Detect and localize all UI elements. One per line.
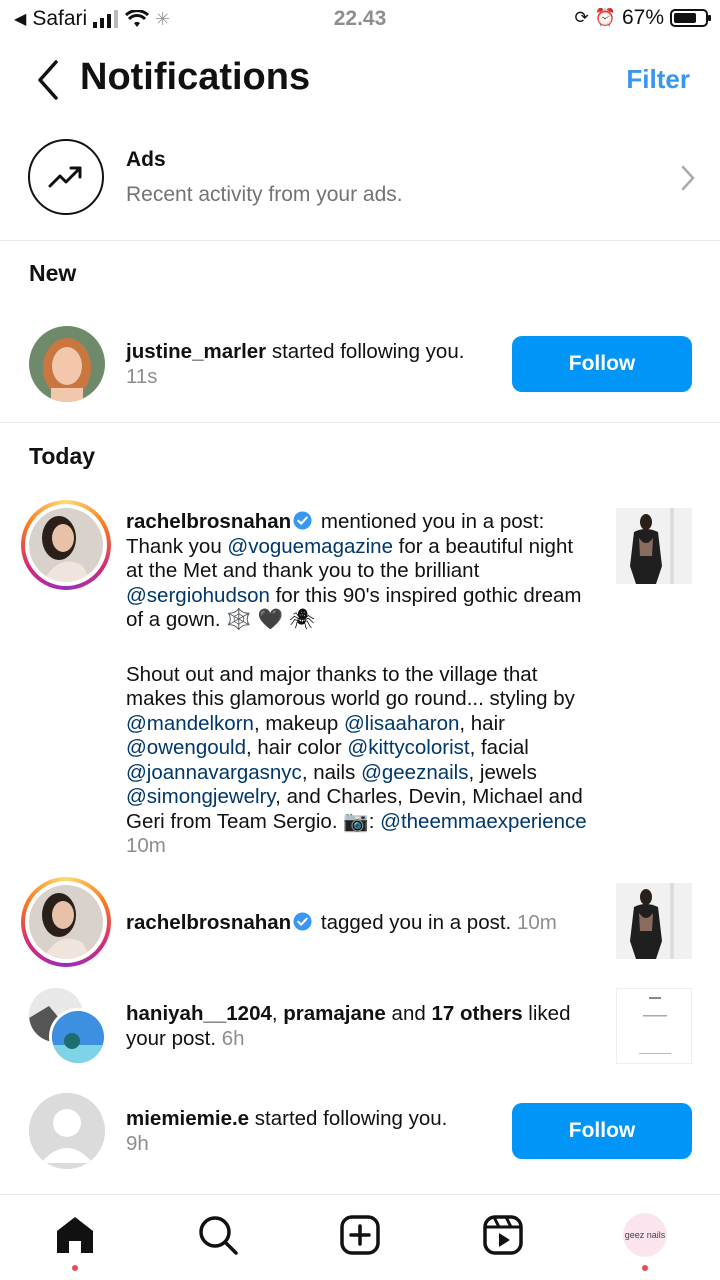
notification-action: started following you. bbox=[249, 1107, 448, 1130]
chevron-right-icon bbox=[681, 165, 695, 191]
mention-link[interactable]: @owengould bbox=[126, 736, 246, 759]
notification-time: 10m bbox=[126, 834, 166, 857]
separator-text: , bbox=[271, 1002, 284, 1025]
caption-text: , jewels bbox=[468, 760, 537, 784]
mention-link[interactable]: @kittycolorist bbox=[347, 736, 469, 759]
new-post-icon[interactable] bbox=[338, 1213, 382, 1257]
profile-avatar-label: geez nails bbox=[624, 1230, 666, 1240]
verified-badge-icon bbox=[293, 511, 312, 530]
username[interactable]: miemiemie.e bbox=[126, 1107, 249, 1130]
mention-notification-text[interactable]: rachelbrosnahan mentioned you in a post:… bbox=[126, 510, 594, 859]
notification-text[interactable]: justine_marler started following you. 11… bbox=[126, 340, 466, 389]
notification-action: started following you. bbox=[266, 340, 465, 363]
stacked-avatars[interactable] bbox=[29, 988, 113, 1068]
status-right: ⟳ ⏰ 67% bbox=[574, 6, 711, 30]
post-thumbnail[interactable] bbox=[616, 508, 692, 584]
bottom-nav: geez nails bbox=[0, 1194, 720, 1280]
mention-link[interactable]: @geeznails bbox=[361, 761, 468, 784]
section-today-heading: Today bbox=[29, 443, 96, 469]
profile-notification-dot bbox=[642, 1265, 648, 1271]
caption-text: , hair bbox=[459, 711, 505, 735]
notification-text[interactable]: miemiemie.e started following you. 9h bbox=[126, 1107, 466, 1156]
avatar-miemiemie[interactable] bbox=[29, 1093, 105, 1169]
verified-badge-icon bbox=[293, 912, 312, 931]
rotation-lock-icon: ⟳ bbox=[574, 8, 589, 27]
mention-link[interactable]: @theemmaexperience bbox=[380, 810, 587, 833]
home-notification-dot bbox=[72, 1265, 78, 1271]
caption-text: , facial bbox=[469, 736, 529, 759]
home-icon[interactable] bbox=[53, 1213, 97, 1257]
username[interactable]: rachelbrosnahan bbox=[126, 510, 291, 533]
ads-row[interactable]: Ads Recent activity from your ads. bbox=[0, 138, 720, 238]
likes-notification-text[interactable]: haniyah__1204, pramajane and 17 others l… bbox=[126, 1002, 598, 1051]
notification-time: 9h bbox=[126, 1131, 149, 1155]
caption-text: , nails bbox=[301, 760, 362, 784]
notification-time: 6h bbox=[221, 1026, 245, 1050]
avatar-pramajane[interactable] bbox=[49, 1008, 107, 1066]
profile-avatar[interactable]: geez nails bbox=[623, 1213, 667, 1257]
ads-subtitle: Recent activity from your ads. bbox=[126, 183, 403, 206]
post-thumbnail[interactable] bbox=[616, 988, 692, 1064]
section-new-heading: New bbox=[29, 260, 77, 286]
battery-icon bbox=[670, 9, 711, 27]
page-title: Notifications bbox=[80, 56, 311, 98]
tagged-notification-text[interactable]: rachelbrosnahan tagged you in a post. 10… bbox=[126, 911, 594, 936]
notification-time: 11s bbox=[126, 364, 158, 388]
avatar-justine[interactable] bbox=[29, 326, 105, 402]
mention-link[interactable]: @mandelkorn bbox=[126, 712, 254, 735]
mention-link[interactable]: @simongjewelry bbox=[126, 785, 275, 808]
reels-icon[interactable] bbox=[481, 1213, 525, 1257]
post-thumbnail[interactable] bbox=[616, 883, 692, 959]
username[interactable]: rachelbrosnahan bbox=[126, 911, 291, 934]
search-icon[interactable] bbox=[196, 1213, 240, 1257]
mention-link[interactable]: @sergiohudson bbox=[126, 584, 270, 607]
filter-button[interactable]: Filter bbox=[626, 64, 690, 95]
avatar-rachelbrosnahan-story[interactable] bbox=[21, 877, 111, 967]
username[interactable]: pramajane bbox=[283, 1002, 386, 1025]
username[interactable]: haniyah__1204 bbox=[126, 1002, 272, 1025]
caption-text: , makeup bbox=[253, 711, 344, 735]
notification-time: 10m bbox=[516, 911, 557, 934]
divider bbox=[0, 240, 720, 241]
trending-up-icon bbox=[28, 139, 104, 215]
username[interactable]: justine_marler bbox=[126, 340, 266, 363]
header: Notifications Filter bbox=[0, 48, 720, 112]
avatar-rachelbrosnahan-story[interactable] bbox=[21, 500, 111, 590]
ads-title: Ads bbox=[126, 148, 166, 171]
mention-link[interactable]: @joannavargasnyc bbox=[126, 761, 302, 784]
alarm-icon: ⏰ bbox=[594, 8, 616, 27]
divider bbox=[0, 422, 720, 423]
separator-text: and bbox=[385, 1002, 432, 1025]
mention-link[interactable]: @voguemagazine bbox=[227, 535, 393, 558]
follow-button[interactable]: Follow bbox=[512, 1103, 692, 1159]
mention-link[interactable]: @lisaaharon bbox=[344, 712, 459, 735]
notification-action: tagged you in a post. bbox=[315, 911, 512, 934]
battery-percent: 67% bbox=[621, 6, 664, 29]
caption-text: Shout out and major thanks to the villag… bbox=[126, 662, 575, 711]
others-link[interactable]: 17 others bbox=[431, 1002, 522, 1025]
status-bar: ◀ Safari ✳ 22.43 ⟳ ⏰ 67% bbox=[0, 0, 720, 38]
back-arrow-icon[interactable] bbox=[30, 58, 66, 102]
follow-button[interactable]: Follow bbox=[512, 336, 692, 392]
caption-text: , hair color bbox=[245, 736, 348, 759]
